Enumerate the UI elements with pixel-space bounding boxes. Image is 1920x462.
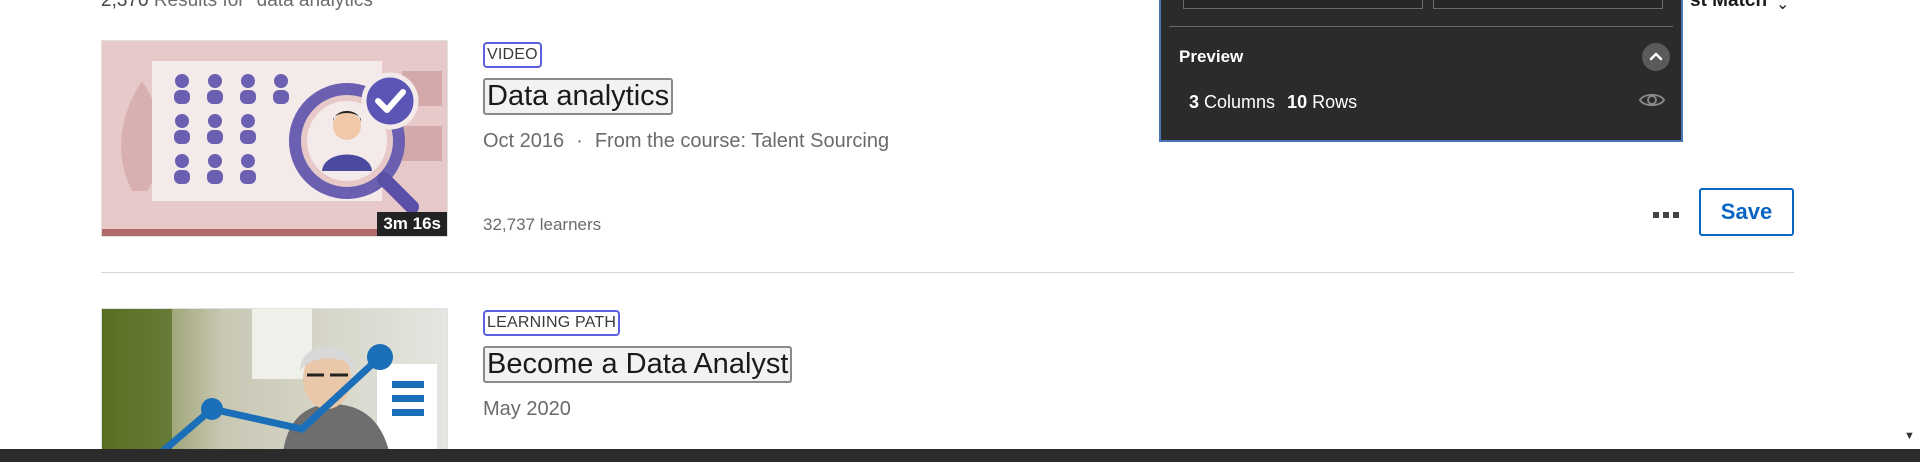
- save-button[interactable]: Save: [1699, 188, 1794, 236]
- learners-count: 32,737 learners: [483, 215, 602, 234]
- result-meta: Oct 2016 · From the course: Talent Sourcin…: [483, 130, 889, 153]
- eye-icon[interactable]: [1639, 91, 1665, 109]
- rows-count: 10: [1287, 92, 1308, 112]
- duration-badge: 3m 16s: [377, 212, 447, 236]
- result-date: May 2020: [483, 398, 571, 420]
- data-preview-panel: Max rows 10 ⌄ Preview 3 Columns 10 Rows: [1159, 0, 1683, 142]
- columns-count: 3: [1189, 92, 1200, 112]
- collapse-preview-button[interactable]: [1642, 43, 1670, 71]
- chevron-up-icon: [1649, 52, 1663, 61]
- content-type-tag: VIDEO: [483, 42, 542, 68]
- max-rows-value: 10: [1440, 0, 1458, 1]
- results-count: 2,370 Results for "data analytics": [101, 0, 380, 12]
- result-date: Oct 2016: [483, 130, 565, 152]
- max-rows-select[interactable]: 10 ⌄: [1433, 0, 1663, 9]
- max-rows-field[interactable]: Max rows: [1183, 0, 1423, 9]
- learning-path-thumbnail[interactable]: [101, 308, 448, 462]
- video-thumbnail[interactable]: 3m 16s: [101, 40, 448, 237]
- results-query-text: Results for "data analytics": [148, 0, 380, 11]
- more-options-button[interactable]: [1651, 200, 1691, 230]
- result-title-link[interactable]: Data analytics: [483, 78, 674, 115]
- results-number: 2,370: [101, 0, 149, 11]
- preview-stats: 3 Columns 10 Rows: [1189, 92, 1357, 113]
- result-divider: [101, 272, 1794, 273]
- rows-label: Rows: [1312, 92, 1358, 112]
- meta-separator: ·: [576, 130, 583, 152]
- panel-divider: [1169, 26, 1673, 27]
- preview-heading: Preview: [1179, 47, 1244, 66]
- bottom-taskbar: [0, 449, 1920, 462]
- more-horizontal-icon: [1653, 212, 1659, 218]
- chevron-down-icon[interactable]: ⌄: [1776, 0, 1789, 14]
- columns-label: Columns: [1204, 92, 1276, 112]
- sort-dropdown-label[interactable]: st Match: [1690, 0, 1767, 12]
- scroll-down-arrow-icon[interactable]: ▼: [1904, 430, 1915, 442]
- result-meta: May 2020: [483, 398, 571, 421]
- course-source: From the course: Talent Sourcing: [594, 130, 890, 152]
- result-card: LEARNING PATH Become a Data Analyst May …: [101, 308, 1794, 462]
- result-title-link[interactable]: Become a Data Analyst: [483, 346, 793, 383]
- content-type-tag: LEARNING PATH: [483, 310, 621, 336]
